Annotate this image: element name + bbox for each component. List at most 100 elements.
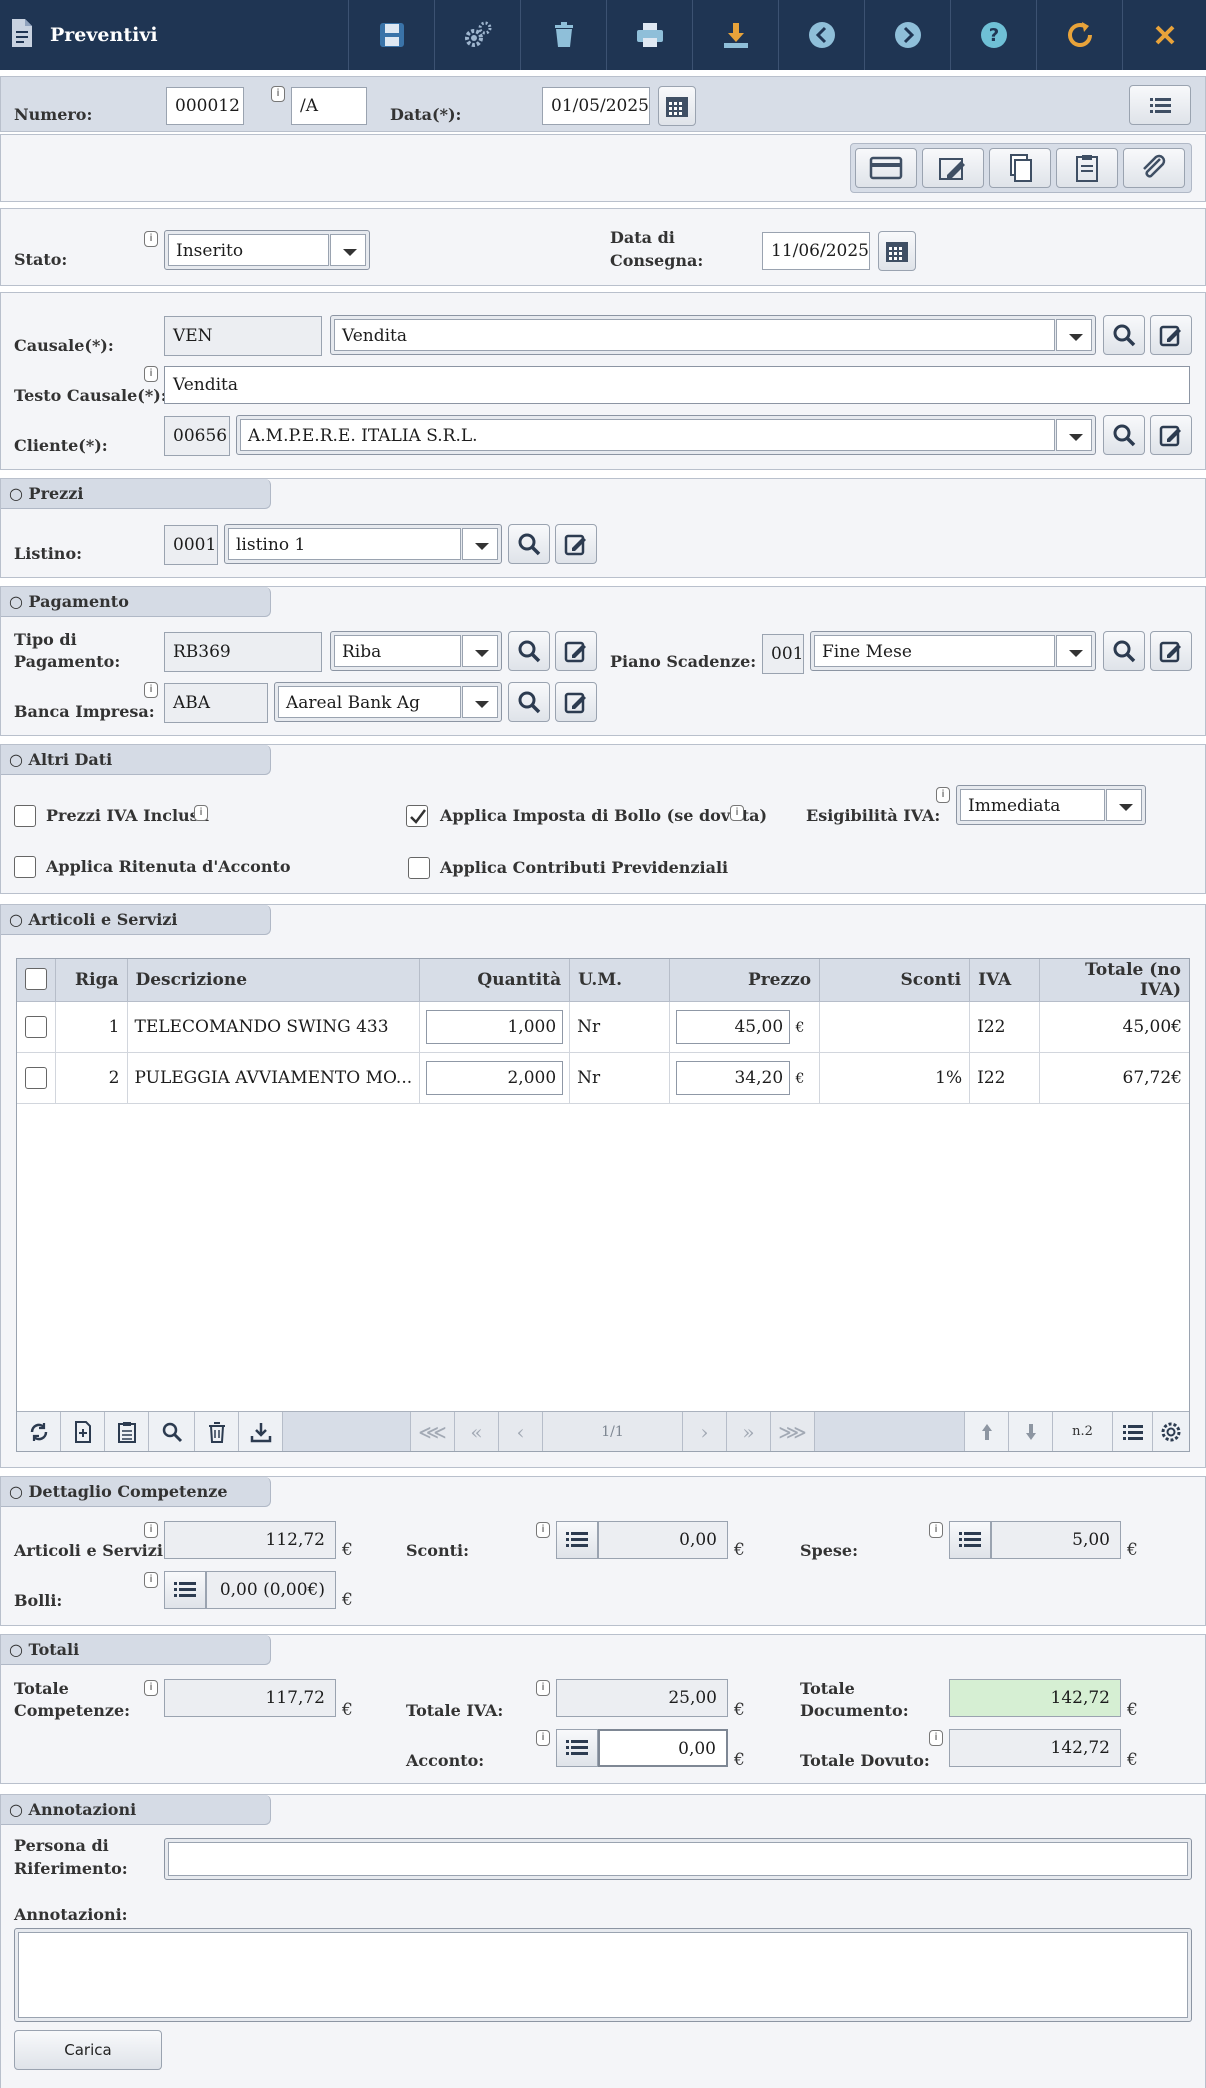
listino-select[interactable]: listino 1 — [224, 524, 502, 564]
banca-edit-button[interactable] — [555, 682, 597, 722]
column-header-um[interactable]: U.M. — [569, 959, 671, 1002]
grid-delete-button[interactable] — [195, 1412, 239, 1451]
causale-edit-button[interactable] — [1150, 315, 1192, 355]
previous-button[interactable] — [778, 0, 864, 70]
row-checkbox[interactable] — [24, 1016, 47, 1038]
listino-code-field[interactable]: 0001 — [164, 525, 218, 565]
bolli-detail-button[interactable] — [164, 1571, 206, 1609]
piano-scadenze-search-button[interactable] — [1103, 631, 1145, 671]
move-down-button[interactable] — [1009, 1412, 1053, 1451]
info-icon[interactable]: i — [144, 1522, 158, 1538]
row-prezzo-input[interactable]: 34,20 — [676, 1060, 791, 1095]
help-button[interactable]: ? — [950, 0, 1036, 70]
edit-document-button[interactable] — [922, 148, 984, 188]
close-button[interactable] — [1122, 0, 1206, 70]
row-checkbox[interactable] — [24, 1067, 47, 1089]
column-header-iva[interactable]: IVA — [969, 959, 1041, 1002]
annotazioni-section-title[interactable]: ○ Annotazioni — [1, 1795, 271, 1825]
info-icon[interactable]: i — [536, 1522, 550, 1538]
info-icon[interactable]: i — [929, 1522, 943, 1538]
esigibilita-iva-select[interactable]: Immediata — [956, 785, 1146, 825]
testo-causale-field[interactable]: Vendita — [164, 366, 1190, 404]
row-prezzo-input[interactable]: 45,00 — [676, 1009, 791, 1044]
banca-select[interactable]: Aareal Bank Ag — [274, 682, 502, 722]
altri-dati-section-title[interactable]: ○ Altri Dati — [1, 745, 271, 775]
grid-add-button[interactable] — [61, 1412, 105, 1451]
pager-first-button[interactable]: ⋘ — [411, 1412, 455, 1451]
articoli-section-title[interactable]: ○ Articoli e Servizi — [1, 905, 271, 935]
stato-select[interactable]: Inserito — [164, 230, 370, 270]
spese-detail-button[interactable] — [949, 1521, 991, 1559]
banca-search-button[interactable] — [508, 682, 550, 722]
grid-search-button[interactable] — [149, 1412, 195, 1451]
settings-button[interactable] — [434, 0, 520, 70]
print-button[interactable] — [606, 0, 692, 70]
causale-search-button[interactable] — [1103, 315, 1145, 355]
info-icon[interactable]: i — [144, 682, 158, 698]
download-button[interactable] — [692, 0, 778, 70]
refresh-button[interactable] — [1036, 0, 1122, 70]
acconto-input[interactable]: 0,00 — [598, 1729, 728, 1767]
acconto-detail-button[interactable] — [556, 1729, 598, 1767]
tipo-pagamento-search-button[interactable] — [508, 631, 550, 671]
info-icon[interactable]: i — [929, 1730, 943, 1746]
move-up-button[interactable] — [965, 1412, 1009, 1451]
save-button[interactable] — [348, 0, 434, 70]
info-icon[interactable]: i — [271, 86, 285, 102]
grid-columns-button[interactable] — [1113, 1412, 1153, 1451]
info-icon[interactable]: i — [936, 787, 950, 803]
pager-next-block-button[interactable]: » — [727, 1412, 771, 1451]
contributi-previdenziali-checkbox[interactable] — [408, 857, 430, 879]
grid-settings-button[interactable] — [1153, 1412, 1189, 1451]
ritenuta-acconto-checkbox[interactable] — [14, 856, 36, 878]
prezzi-iva-inclusa-checkbox[interactable] — [14, 805, 36, 827]
annotazioni-textarea[interactable] — [18, 1932, 1188, 2018]
column-header-descrizione[interactable]: Descrizione — [127, 959, 421, 1002]
sconti-detail-button[interactable] — [556, 1521, 598, 1559]
column-header-riga[interactable]: Riga — [55, 959, 128, 1002]
info-icon[interactable]: i — [144, 1680, 158, 1696]
list-menu-button[interactable] — [1129, 85, 1191, 125]
consegna-calendar-button[interactable] — [878, 231, 916, 271]
row-quantita-input[interactable]: 1,000 — [426, 1009, 564, 1044]
grid-export-button[interactable] — [239, 1412, 283, 1451]
numero-field[interactable]: 000012 — [166, 87, 244, 125]
totali-section-title[interactable]: ○ Totali — [1, 1635, 271, 1665]
causale-select[interactable]: Vendita — [330, 315, 1096, 355]
select-all-checkbox[interactable] — [24, 968, 47, 991]
copy-document-button[interactable] — [989, 148, 1051, 188]
pager-prev-block-button[interactable]: « — [455, 1412, 499, 1451]
pager-prev-button[interactable]: ‹ — [499, 1412, 543, 1451]
consegna-field[interactable]: 11/06/2025 — [762, 232, 870, 270]
grid-clipboard-button[interactable] — [105, 1412, 149, 1451]
cliente-code-field[interactable]: 00656 — [164, 416, 230, 456]
data-field[interactable]: 01/05/2025 — [542, 87, 650, 125]
info-icon[interactable]: i — [144, 366, 158, 382]
tipo-pagamento-code-field[interactable]: RB369 — [164, 632, 322, 672]
cliente-edit-button[interactable] — [1150, 415, 1192, 455]
tipo-pagamento-edit-button[interactable] — [555, 631, 597, 671]
row-quantita-input[interactable]: 2,000 — [426, 1060, 564, 1095]
listino-search-button[interactable] — [508, 524, 550, 564]
carica-button[interactable]: Carica — [14, 2030, 162, 2070]
imposta-bollo-checkbox[interactable] — [406, 805, 428, 827]
causale-code-field[interactable]: VEN — [164, 316, 322, 356]
pager-last-button[interactable]: ⋙ — [771, 1412, 815, 1451]
competenze-section-title[interactable]: ○ Dettaglio Competenze — [1, 1477, 271, 1507]
pager-next-button[interactable]: › — [683, 1412, 727, 1451]
column-header-sconti[interactable]: Sconti — [819, 959, 971, 1002]
payment-card-button[interactable] — [855, 148, 917, 188]
persona-riferimento-input[interactable] — [168, 1842, 1188, 1876]
info-icon[interactable]: i — [536, 1680, 550, 1696]
next-button[interactable] — [864, 0, 950, 70]
pagamento-section-title[interactable]: ○ Pagamento — [1, 587, 271, 617]
column-header-quantita[interactable]: Quantità — [419, 959, 571, 1002]
column-header-prezzo[interactable]: Prezzo — [669, 959, 821, 1002]
info-icon[interactable]: i — [194, 805, 208, 821]
tipo-pagamento-select[interactable]: Riba — [330, 631, 502, 671]
listino-edit-button[interactable] — [555, 524, 597, 564]
attachment-button[interactable] — [1123, 148, 1185, 188]
info-icon[interactable]: i — [536, 1730, 550, 1746]
cliente-search-button[interactable] — [1103, 415, 1145, 455]
piano-scadenze-code-field[interactable]: 001 — [762, 634, 804, 674]
